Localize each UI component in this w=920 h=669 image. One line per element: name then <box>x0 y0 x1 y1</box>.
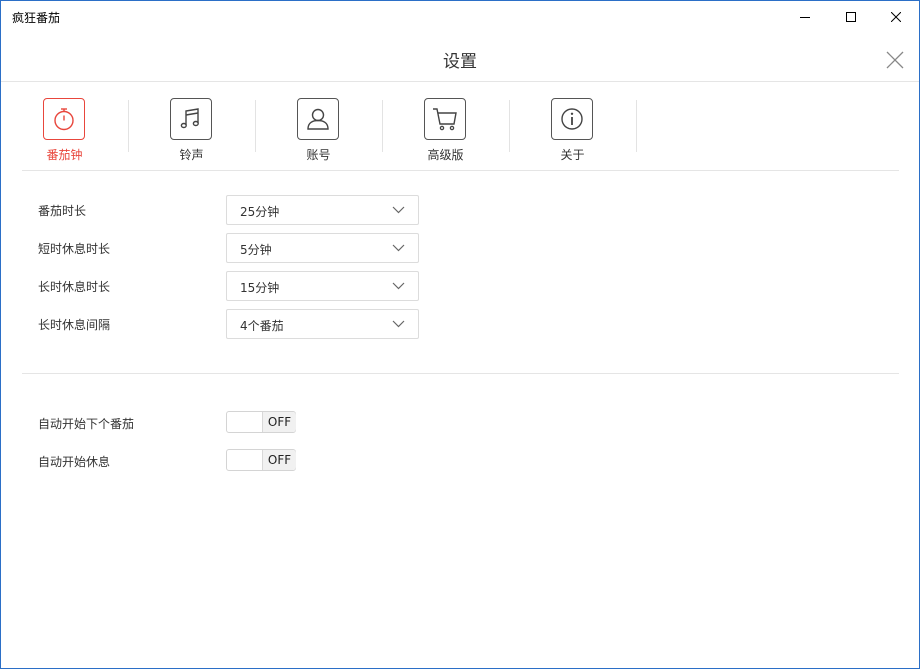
auto-start-next-pomodoro-label: 自动开始下个番茄 <box>38 417 135 431</box>
tab-about[interactable]: 关于 <box>509 98 636 164</box>
minimize-icon <box>800 17 810 18</box>
select-value: 4个番茄 <box>240 319 284 333</box>
stopwatch-icon <box>43 98 85 140</box>
close-icon <box>891 12 901 22</box>
auto-start-break-toggle[interactable]: OFF <box>226 449 296 471</box>
minimize-button[interactable] <box>782 1 828 33</box>
app-title: 疯狂番茄 <box>12 11 61 25</box>
chevron-down-icon <box>392 206 405 214</box>
cart-icon <box>424 98 466 140</box>
toggle-knob <box>227 450 263 470</box>
tab-label: 铃声 <box>179 148 204 162</box>
window-close-button[interactable] <box>873 1 919 33</box>
long-break-duration-label: 长时休息时长 <box>38 280 111 294</box>
tab-label: 高级版 <box>427 148 464 162</box>
short-break-duration-label: 短时休息时长 <box>38 242 111 256</box>
maximize-button[interactable] <box>828 1 874 33</box>
chevron-down-icon <box>392 320 405 328</box>
chevron-down-icon <box>392 244 405 252</box>
short-break-duration-select[interactable]: 5分钟 <box>226 233 419 263</box>
maximize-icon <box>846 12 856 22</box>
tabs-separator <box>22 170 899 171</box>
tab-ringtone[interactable]: 铃声 <box>128 98 255 164</box>
dialog-close-icon[interactable] <box>885 50 905 70</box>
user-icon <box>297 98 339 140</box>
settings-header: 设置 <box>1 33 919 82</box>
toggle-state: OFF <box>263 450 296 470</box>
app-window: 疯狂番茄 设置 番茄钟 铃声 账号 高级版 关于 番茄时长 25分钟 短时休息时… <box>0 0 920 669</box>
chevron-down-icon <box>392 282 405 290</box>
long-break-duration-select[interactable]: 15分钟 <box>226 271 419 301</box>
tab-label: 账号 <box>306 148 331 162</box>
tab-divider <box>636 100 637 152</box>
info-icon <box>551 98 593 140</box>
pomodoro-duration-select[interactable]: 25分钟 <box>226 195 419 225</box>
tab-account[interactable]: 账号 <box>255 98 382 164</box>
long-break-interval-select[interactable]: 4个番茄 <box>226 309 419 339</box>
toggle-state: OFF <box>263 412 296 432</box>
tab-label: 番茄钟 <box>46 148 83 162</box>
section-divider <box>22 373 899 374</box>
auto-start-break-label: 自动开始休息 <box>38 455 111 469</box>
tab-premium[interactable]: 高级版 <box>382 98 509 164</box>
tab-label: 关于 <box>560 148 585 162</box>
select-value: 25分钟 <box>240 205 280 219</box>
select-value: 5分钟 <box>240 243 272 257</box>
tab-pomodoro[interactable]: 番茄钟 <box>1 98 128 164</box>
select-value: 15分钟 <box>240 281 280 295</box>
settings-title: 设置 <box>443 52 477 72</box>
title-bar[interactable]: 疯狂番茄 <box>1 1 919 33</box>
music-note-icon <box>170 98 212 140</box>
settings-tabs: 番茄钟 铃声 账号 高级版 关于 <box>1 83 919 171</box>
toggle-knob <box>227 412 263 432</box>
pomodoro-duration-label: 番茄时长 <box>38 204 87 218</box>
auto-start-next-pomodoro-toggle[interactable]: OFF <box>226 411 296 433</box>
long-break-interval-label: 长时休息间隔 <box>38 318 111 332</box>
